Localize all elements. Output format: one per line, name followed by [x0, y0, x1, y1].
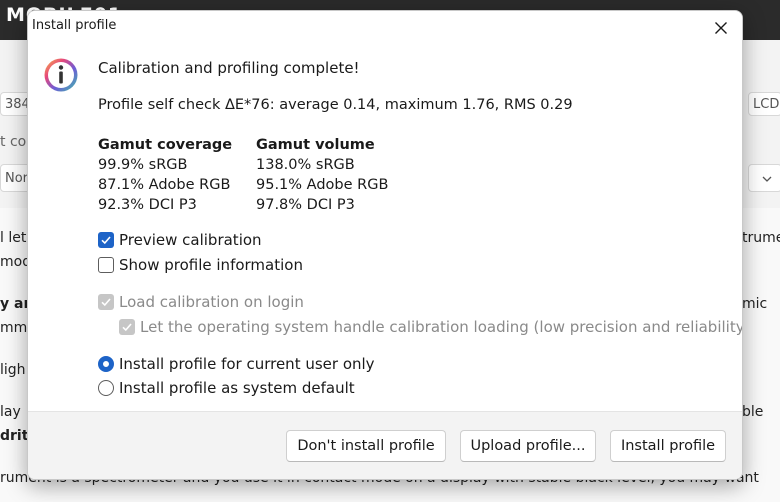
gamut-volume-value: 95.1% Adobe RGB [256, 177, 389, 193]
completion-headline: Calibration and profiling complete! [98, 59, 360, 77]
gamut-volume-value: 138.0% sRGB [256, 157, 355, 173]
dialog-title: Install profile [32, 18, 117, 33]
background-text-line: lay [0, 404, 21, 420]
gamut-coverage-value: 92.3% DCI P3 [98, 197, 197, 213]
profile-self-check: Profile self check ΔE*76: average 0.14, … [98, 97, 573, 113]
background-text-right: trume [742, 230, 780, 246]
dialog-footer: Don't install profile Upload profile... … [28, 411, 742, 479]
chevron-down-icon [762, 176, 772, 182]
info-icon [44, 58, 78, 92]
preview-calibration-checkbox[interactable]: Preview calibration [98, 231, 262, 249]
radio-selected-icon [98, 356, 114, 372]
radio-unselected-icon [98, 380, 114, 396]
os-handle-calibration-label: Let the operating system handle calibrat… [140, 318, 743, 336]
background-text-line: drit [0, 428, 29, 444]
load-calibration-label: Load calibration on login [119, 293, 304, 311]
checkbox-disabled-checked-icon [119, 319, 135, 335]
preview-calibration-label: Preview calibration [119, 231, 262, 249]
os-handle-calibration-checkbox: Let the operating system handle calibrat… [119, 318, 743, 336]
install-system-default-label: Install profile as system default [119, 379, 355, 397]
gamut-volume-column: Gamut volume 138.0% sRGB 95.1% Adobe RGB… [256, 135, 388, 215]
gamut-volume-heading: Gamut volume [256, 137, 375, 153]
show-profile-info-checkbox[interactable]: Show profile information [98, 256, 303, 274]
dont-install-profile-button[interactable]: Don't install profile [286, 430, 446, 462]
background-field-right[interactable]: LCD [748, 92, 780, 116]
install-system-default-radio[interactable]: Install profile as system default [98, 379, 355, 397]
install-current-user-radio[interactable]: Install profile for current user only [98, 355, 375, 373]
gamut-coverage-heading: Gamut coverage [98, 137, 233, 153]
upload-profile-button[interactable]: Upload profile... [460, 430, 596, 462]
background-select-chevron[interactable] [748, 164, 780, 192]
install-profile-button[interactable]: Install profile [610, 430, 726, 462]
background-text-line: mm [0, 320, 28, 336]
background-text-right: mic [742, 296, 768, 312]
background-text-line: l let [0, 230, 27, 246]
background-row-label: t co [0, 134, 27, 150]
gamut-coverage-value: 87.1% Adobe RGB [98, 177, 231, 193]
close-icon [715, 22, 727, 34]
checkbox-disabled-checked-icon [98, 294, 114, 310]
gamut-coverage-value: 99.9% sRGB [98, 157, 188, 173]
checkbox-unchecked-icon [98, 257, 114, 273]
background-text-right: ble [742, 404, 764, 420]
background-text-line: ligh [0, 362, 26, 378]
load-calibration-checkbox: Load calibration on login [98, 293, 304, 311]
install-profile-dialog: Install profile Calibration and profilin… [27, 10, 743, 480]
show-profile-info-label: Show profile information [119, 256, 303, 274]
checkbox-checked-icon [98, 232, 114, 248]
install-current-user-label: Install profile for current user only [119, 355, 375, 373]
close-button[interactable] [708, 15, 734, 41]
gamut-volume-value: 97.8% DCI P3 [256, 197, 355, 213]
gamut-coverage-column: Gamut coverage 99.9% sRGB 87.1% Adobe RG… [98, 135, 232, 215]
dialog-titlebar: Install profile [28, 11, 742, 43]
